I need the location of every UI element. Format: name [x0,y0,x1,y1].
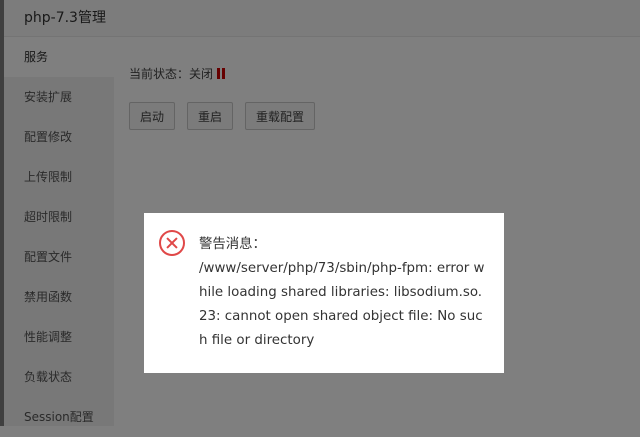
dialog-body: /www/server/php/73/sbin/php-fpm: error w… [199,261,485,348]
error-circle-icon [159,230,185,256]
error-dialog: 警告消息： /www/server/php/73/sbin/php-fpm: e… [144,213,504,373]
dialog-title: 警告消息： [199,237,266,252]
dialog-message: 警告消息： /www/server/php/73/sbin/php-fpm: e… [199,233,489,353]
